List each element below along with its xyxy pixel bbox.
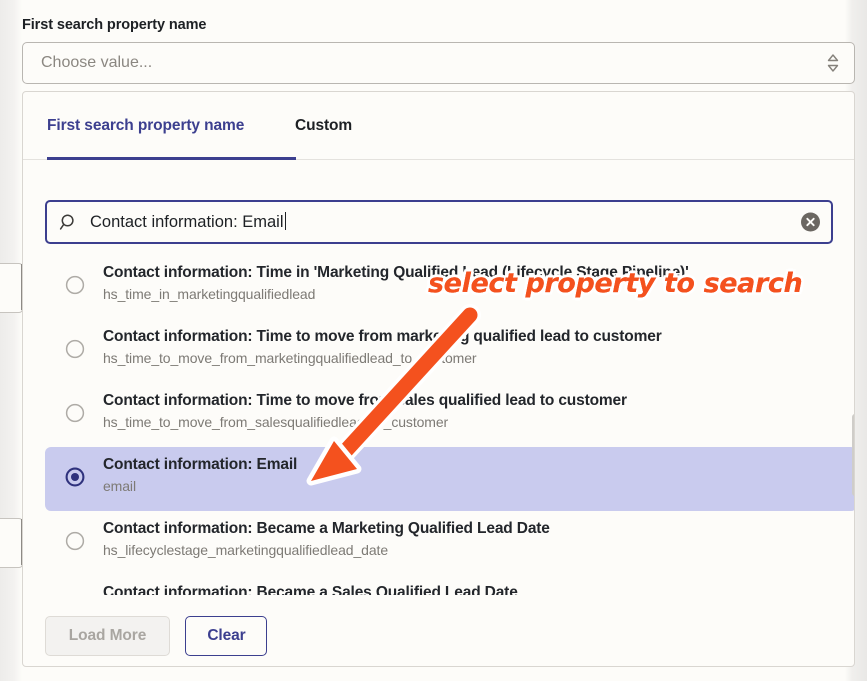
- property-option-list[interactable]: Contact information: Time in 'Marketing …: [45, 255, 854, 595]
- list-item-text: Contact information: Time to move from s…: [103, 390, 849, 433]
- list-item[interactable]: Contact information: Time to move from s…: [45, 383, 854, 447]
- list-item-subtitle: hs_lifecyclestage_marketingqualifiedlead…: [103, 542, 389, 559]
- load-more-button[interactable]: Load More: [45, 616, 170, 656]
- list-item-title: Contact information: Time to move from m…: [103, 328, 662, 345]
- tab-custom[interactable]: Custom: [295, 92, 352, 159]
- property-select[interactable]: Choose value...: [22, 42, 855, 84]
- list-item-title: Contact information: Email: [103, 456, 298, 473]
- list-item-text: Contact information: Time to move from m…: [103, 326, 849, 369]
- panel-footer: Load More Clear: [45, 616, 268, 656]
- search-text: Contact information: Email: [90, 213, 284, 231]
- list-item[interactable]: Contact information: Time to move from m…: [45, 319, 854, 383]
- list-item[interactable]: Contact information: Became a Sales Qual…: [45, 575, 854, 595]
- list-item-subtitle: email: [103, 478, 136, 495]
- clear-circle-icon[interactable]: [801, 212, 820, 232]
- radio-button[interactable]: [65, 275, 85, 295]
- property-dropdown-panel: First search property name Custom Contac…: [22, 91, 855, 667]
- list-item-text: Contact information: Became a Sales Qual…: [103, 582, 849, 595]
- active-tab-indicator: [47, 157, 296, 160]
- background-field-lower: [0, 518, 23, 568]
- list-item-subtitle: hs_time_in_marketingqualifiedlead: [103, 286, 316, 303]
- list-item-subtitle: hs_time_to_move_from_salesqualifiedlead_…: [103, 414, 449, 431]
- radio-button[interactable]: [65, 531, 85, 551]
- list-item-title: Contact information: Became a Marketing …: [103, 520, 550, 537]
- tab-first-search-property-name[interactable]: First search property name: [47, 92, 244, 159]
- list-item-title: Contact information: Time to move from s…: [103, 392, 627, 409]
- search-input[interactable]: Contact information: Email: [45, 200, 833, 244]
- radio-button-selected[interactable]: [65, 467, 85, 487]
- list-item-text: Contact information: Time in 'Marketing …: [103, 262, 849, 305]
- chevron-up-down-icon: [826, 52, 840, 74]
- text-caret: [284, 212, 286, 230]
- list-item[interactable]: Contact information: Email email: [45, 447, 854, 511]
- radio-button[interactable]: [65, 339, 85, 359]
- select-placeholder: Choose value...: [41, 54, 153, 71]
- page-root: First search property name Choose value.…: [0, 0, 867, 681]
- list-item[interactable]: Contact information: Became a Marketing …: [45, 511, 854, 575]
- list-item-title: Contact information: Time in 'Marketing …: [103, 264, 689, 281]
- list-item-subtitle: hs_time_to_move_from_marketingqualifiedl…: [103, 350, 477, 367]
- background-field-upper: [0, 263, 23, 313]
- list-item-title: Contact information: Became a Sales Qual…: [103, 584, 518, 595]
- list-scrollbar-thumb[interactable]: [852, 414, 854, 496]
- list-item-text: Contact information: Became a Marketing …: [103, 518, 849, 561]
- tab-bar: First search property name Custom: [23, 92, 854, 160]
- clear-button[interactable]: Clear: [185, 616, 268, 656]
- list-item[interactable]: Contact information: Time in 'Marketing …: [45, 255, 854, 319]
- search-icon: [59, 213, 78, 232]
- search-input-value: Contact information: Email: [90, 212, 286, 232]
- list-item-text: Contact information: Email email: [103, 454, 849, 497]
- page-title: First search property name: [22, 17, 207, 33]
- radio-button[interactable]: [65, 403, 85, 423]
